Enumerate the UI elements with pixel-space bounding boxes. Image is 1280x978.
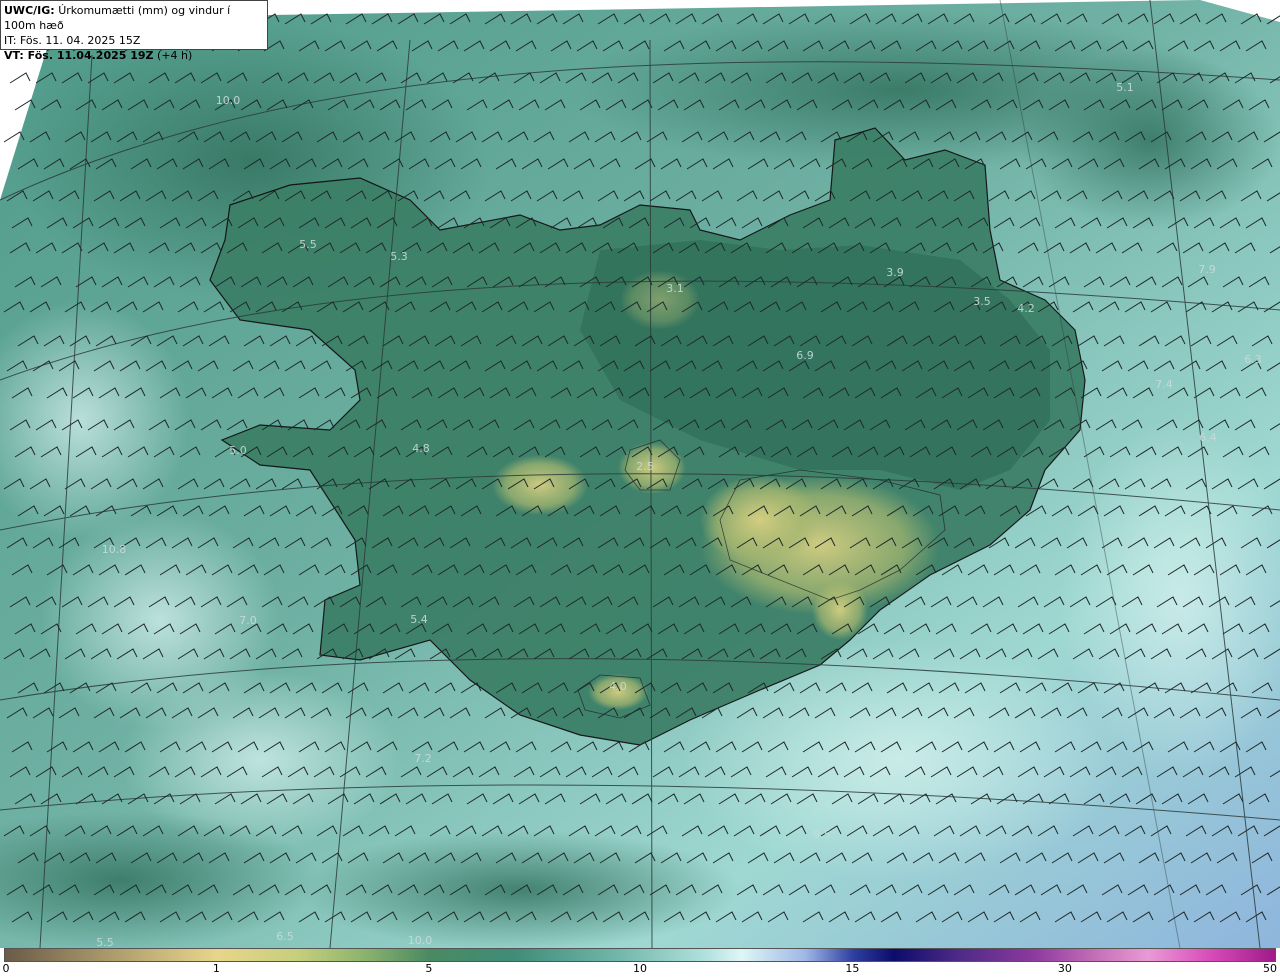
colorbar-tick-label: 10 [633,962,647,975]
value-label: 10.0 [408,934,433,947]
map-header: UWC/IG: Úrkomumætti (mm) og vindur í 100… [0,0,268,62]
value-label: 10.8 [102,543,127,556]
value-label: 5.5 [299,238,317,251]
value-label: 3.5 [973,295,991,308]
value-label: 6.9 [796,349,814,362]
value-label: 5.5 [96,936,114,948]
value-label: 7.4 [1155,378,1173,391]
initial-time: IT: Fös. 11. 04. 2025 15Z [4,34,141,47]
value-label: 4.8 [412,442,430,455]
value-label: 2.5 [636,460,654,473]
value-label: 7.0 [239,614,257,627]
colorbar-tick-label: 15 [845,962,860,975]
value-label: 6.4 [1199,431,1217,444]
model-title: UWC/IG: [4,4,55,17]
value-label: 10.0 [216,94,241,107]
value-label: 4.0 [609,680,627,693]
value-label: 6.5 [276,930,294,943]
value-label: 4.2 [1017,302,1035,315]
value-label: 5.1 [1116,81,1134,94]
colorbar [4,948,1276,962]
colorbar-tick-label: 1 [212,962,220,975]
colorbar-tick-label: 30 [1057,962,1072,975]
map-viewer: 5.1 10.0 5.5 5.3 3.1 3.9 3.5 4.2 7.9 6.9 6.3 7.4 6.4… [0,0,1280,978]
value-label: 9.5 [813,828,831,841]
precipitation-wind-map: 5.1 10.0 5.5 5.3 3.1 3.9 3.5 4.2 7.9 6.9 6.3 7.4 6.4… [0,0,1280,948]
value-label: 6.3 [1244,353,1262,366]
value-label: 7.9 [1198,263,1216,276]
value-label: 3.1 [666,282,684,295]
value-label: 5.0 [229,444,247,457]
colorbar-tick-label: 5 [425,962,433,975]
value-label: 3.9 [886,266,904,279]
value-label: 5.4 [410,613,428,626]
lead-time: (+4 h) [157,49,193,62]
valid-time: VT: Fös. 11.04.2025 19Z [4,49,154,62]
value-label: 5.3 [390,250,408,263]
value-label: 7.2 [414,752,432,765]
colorbar-tick-label: 50 [1263,962,1277,975]
colorbar-tick-label: 0 [2,962,10,975]
